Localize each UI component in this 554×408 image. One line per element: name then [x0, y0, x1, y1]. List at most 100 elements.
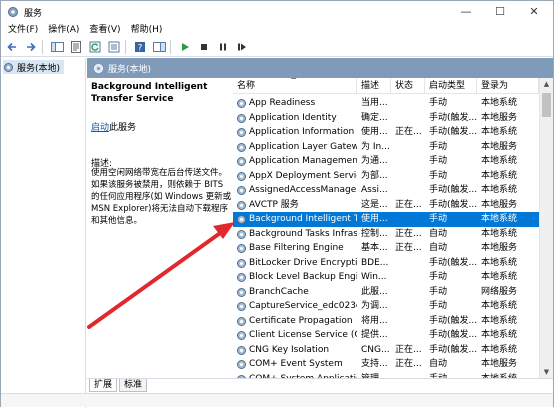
list-header: ▲ 名称 描述 状态 启动类型 登录为	[233, 78, 539, 94]
cell-name: AppX Deployment Servic...	[249, 170, 357, 181]
cell-logon-as: 本地系统	[481, 98, 518, 108]
table-row[interactable]: Application Management 为通... 手动 本地系统	[233, 154, 539, 169]
menu-action[interactable]: 操作(A)	[45, 23, 82, 37]
cell-name: Client License Service (Cli...	[249, 330, 357, 340]
table-row[interactable]: Block Level Backup Engi... Win... 手动 本地系统	[233, 270, 539, 285]
table-row[interactable]: AssignedAccessManager... Assi... 手动(触发... 本…	[233, 183, 539, 198]
refresh-icon[interactable]	[87, 39, 103, 55]
cell-description: 为部...	[361, 170, 388, 181]
services-header-band: 服务(本地)	[87, 58, 553, 78]
cell-description: 确定...	[361, 112, 388, 123]
minimize-button[interactable]: —	[449, 1, 483, 23]
cell-description: 控制...	[361, 228, 388, 239]
cell-startup-type: 手动(触发...	[429, 257, 477, 268]
stop-icon[interactable]	[196, 39, 212, 55]
title-bar: 服务 — ☐ ✕	[1, 1, 553, 23]
cell-name: Application Management	[249, 156, 357, 166]
table-row[interactable]: Background Intelligent T... 使用... 手动 本地系统	[233, 212, 539, 227]
cell-description: 为通...	[361, 156, 388, 166]
back-arrow-icon[interactable]	[4, 39, 20, 55]
cell-description: 这是...	[361, 199, 388, 210]
console-tree-icon[interactable]	[49, 39, 65, 55]
table-row[interactable]: COM+ Event System 支持... 正在... 自动 本地服务	[233, 357, 539, 372]
table-row[interactable]: Base Filtering Engine 基本... 正在... 自动 本地服务	[233, 241, 539, 256]
maximize-button[interactable]: ☐	[483, 1, 517, 23]
column-header-logon-as[interactable]: 登录为	[477, 78, 539, 94]
cell-name: CaptureService_edc023e	[249, 301, 357, 311]
cell-description: 使用...	[361, 214, 388, 224]
menu-bar: 文件(F) 操作(A) 查看(V) 帮助(H)	[1, 23, 553, 37]
table-row[interactable]: Background Tasks Infras... 控制... 正在... 自动 本地…	[233, 227, 539, 242]
help-icon[interactable]: ?	[132, 39, 148, 55]
properties-icon[interactable]	[68, 39, 84, 55]
cell-name: AssignedAccessManager...	[249, 185, 357, 195]
restart-icon[interactable]	[234, 39, 250, 55]
pause-icon[interactable]	[215, 39, 231, 55]
cell-logon-as: 本地系统	[481, 185, 518, 195]
menu-help[interactable]: 帮助(H)	[128, 23, 166, 37]
cell-name: Application Information	[249, 127, 355, 137]
cell-status: 正在...	[395, 243, 422, 253]
cell-status	[393, 183, 425, 198]
cell-description: 基本...	[361, 243, 388, 253]
cell-status	[393, 169, 425, 184]
gear-icon	[237, 273, 246, 282]
cell-description: 支持...	[361, 359, 388, 369]
scroll-down-icon[interactable]: ▼	[540, 366, 553, 378]
show-hide-icon[interactable]	[151, 39, 167, 55]
column-header-description[interactable]: 描述	[357, 78, 391, 94]
cell-startup-type: 手动(触发...	[429, 199, 477, 210]
table-row[interactable]: AppX Deployment Servic... 为部... 手动 本地系统	[233, 169, 539, 184]
start-icon[interactable]	[177, 39, 193, 55]
tab-extended[interactable]: 扩展	[89, 379, 118, 392]
export-list-icon[interactable]	[106, 39, 122, 55]
table-row[interactable]: Application Identity 确定... 手动(触发... 本地服务	[233, 111, 539, 126]
gear-icon	[94, 63, 103, 73]
cell-startup-type: 手动	[429, 156, 448, 166]
cell-startup-type: 自动	[429, 359, 448, 369]
table-row[interactable]: Application Information 使用... 正在... 手动(触发..…	[233, 125, 539, 140]
toolbar: ?	[1, 37, 553, 57]
start-service-link[interactable]: 启动	[91, 123, 109, 133]
gear-icon	[237, 215, 246, 224]
scrollbar-thumb[interactable]	[542, 93, 551, 117]
vertical-scrollbar[interactable]: ▲ ▼	[539, 78, 553, 378]
cell-name: Background Intelligent T...	[249, 214, 357, 224]
cell-status	[393, 328, 425, 343]
column-header-name[interactable]: 名称	[233, 78, 357, 94]
cell-description: 使用...	[361, 127, 388, 137]
cell-name: Background Tasks Infras...	[249, 228, 357, 239]
tab-standard[interactable]: 标准	[119, 379, 148, 392]
cell-status	[393, 314, 425, 329]
table-row[interactable]: Certificate Propagation 将用... 手动(触发... 本地系统	[233, 314, 539, 329]
table-row[interactable]: CNG Key Isolation CNG... 正在... 手动(触发... 本地系统	[233, 343, 539, 358]
cell-startup-type: 手动	[429, 141, 448, 152]
gear-icon	[237, 302, 246, 311]
tree-item-services-local[interactable]: 服务(本地)	[3, 60, 65, 74]
cell-startup-type: 手动	[429, 286, 448, 297]
console-tree: 服务(本地)	[1, 58, 86, 408]
gear-icon	[237, 142, 246, 152]
description-text: 使用空闲网络带宽在后台传送文件。如果该服务被禁用，则依赖于 BITS 的任何应用…	[91, 168, 232, 226]
forward-arrow-icon[interactable]	[23, 39, 39, 55]
table-row[interactable]: AVCTP 服务 这是... 正在... 手动(触发... 本地服务	[233, 198, 539, 213]
table-row[interactable]: App Readiness 当用... 手动 本地系统	[233, 96, 539, 111]
cell-logon-as: 本地系统	[481, 301, 518, 311]
cell-status: 正在...	[395, 228, 422, 239]
table-row[interactable]: BitLocker Drive Encryptio... BDE... 手动(触发.…	[233, 256, 539, 271]
cell-logon-as: 本地系统	[481, 170, 518, 181]
table-row[interactable]: BranchCache 此服... 手动 网络服务	[233, 285, 539, 300]
gear-icon	[237, 287, 246, 297]
column-header-status[interactable]: 状态	[391, 78, 425, 94]
table-row[interactable]: Application Layer Gatewa... 为 In... 手动 本地服务	[233, 140, 539, 155]
tree-item-label: 服务(本地)	[17, 63, 61, 74]
scroll-up-icon[interactable]: ▲	[540, 78, 553, 90]
gear-icon	[237, 360, 246, 369]
table-row[interactable]: CaptureService_edc023e 为调... 手动 本地系统	[233, 299, 539, 314]
close-button[interactable]: ✕	[517, 1, 551, 23]
menu-view[interactable]: 查看(V)	[86, 23, 123, 37]
table-row[interactable]: Client License Service (Cli... 提供... 手动(触发…	[233, 328, 539, 343]
cell-startup-type: 手动	[429, 272, 448, 282]
column-header-startup-type[interactable]: 启动类型	[425, 78, 477, 94]
menu-file[interactable]: 文件(F)	[5, 23, 41, 37]
